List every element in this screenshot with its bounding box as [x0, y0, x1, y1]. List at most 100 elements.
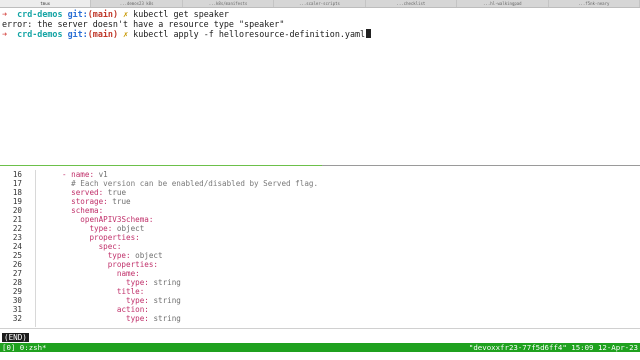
prompt-git-label: git: — [67, 9, 88, 19]
yaml-key: type: — [126, 278, 149, 287]
terminal-tab[interactable]: ...checklist — [366, 0, 458, 7]
code-line: 31 action: — [0, 305, 640, 314]
code-line: 21 openAPIV3Schema: — [0, 215, 640, 224]
text-cursor — [366, 29, 372, 38]
command-text: kubectl get speaker — [133, 9, 229, 19]
line-number: 17 — [12, 179, 22, 188]
code-text: action: — [62, 305, 149, 314]
yaml-value: string — [148, 278, 181, 287]
code-text: schema: — [62, 206, 103, 215]
line-number: 25 — [12, 251, 22, 260]
yaml-key: type: — [126, 296, 149, 305]
tmux-session-info: "devoxxfr23-77f5d6ff4" 15:09 12-Apr-23 — [468, 343, 638, 352]
code-line: 27 name: — [0, 269, 640, 278]
code-line: 20 schema: — [0, 206, 640, 215]
yaml-value: object — [130, 251, 163, 260]
code-text: title: — [62, 287, 144, 296]
prompt-directory: crd-demos — [17, 9, 63, 19]
yaml-key: title: — [116, 287, 145, 296]
prompt-git-label: git: — [67, 29, 88, 39]
line-number: 32 — [12, 314, 22, 323]
line-number: 21 — [12, 215, 22, 224]
code-line: 22 type: object — [0, 224, 640, 233]
code-line: 18 served: true — [0, 188, 640, 197]
terminal-tab-bar: tmux ...demos23 k8s ...k8s/manifests ...sca… — [0, 0, 640, 8]
line-number: 24 — [12, 242, 22, 251]
pane-divider[interactable] — [0, 164, 640, 167]
terminal-tab[interactable]: tmux — [0, 0, 92, 7]
prompt-branch: (main) — [87, 9, 119, 19]
yaml-key: action: — [116, 305, 149, 314]
code-line: 26 properties: — [0, 260, 640, 269]
line-number: 18 — [12, 188, 22, 197]
code-text: - name: v1 — [62, 170, 108, 179]
code-line: 29 title: — [0, 287, 640, 296]
code-text: type: object — [62, 224, 144, 233]
yaml-key: schema: — [71, 206, 104, 215]
yaml-key: openAPIV3Schema: — [80, 215, 154, 224]
yaml-value: v1 — [94, 170, 108, 179]
terminal-tab[interactable]: ...hl-walkingpad — [457, 0, 549, 7]
code-line: 24 spec: — [0, 242, 640, 251]
code-text: type: string — [62, 278, 181, 287]
line-number: 28 — [12, 278, 22, 287]
code-line: 19 storage: true — [0, 197, 640, 206]
yaml-key: type: — [89, 224, 113, 233]
line-number: 26 — [12, 260, 22, 269]
line-number: 23 — [12, 233, 22, 242]
code-line: 28 type: string — [0, 278, 640, 287]
yaml-key: properties: — [89, 233, 140, 242]
prompt-arrow: ➜ — [2, 29, 8, 39]
code-line: 32 type: string — [0, 314, 640, 323]
line-number: 16 — [12, 170, 22, 179]
yaml-comment: # Each version can be enabled/disabled b… — [71, 179, 319, 188]
yaml-key: name: — [116, 269, 140, 278]
line-number: 27 — [12, 269, 22, 278]
code-text: properties: — [62, 233, 140, 242]
yaml-key: type: — [126, 314, 149, 323]
tmux-status-bar: [0] 0:zsh* "devoxxfr23-77f5d6ff4" 15:09 … — [0, 343, 640, 352]
yaml-value: true — [107, 197, 131, 206]
code-text: served: true — [62, 188, 126, 197]
yaml-value: string — [148, 314, 181, 323]
shell-pane[interactable]: ➜ crd-demos git:(main) ✗ kubectl get spe… — [2, 9, 638, 39]
code-line: 17 # Each version can be enabled/disable… — [0, 179, 640, 188]
line-number: 22 — [12, 224, 22, 233]
code-line: 23 properties: — [0, 233, 640, 242]
yaml-key: type: — [107, 251, 131, 260]
line-number: 29 — [12, 287, 22, 296]
command-input[interactable]: kubectl apply -f helloresource-definitio… — [133, 29, 365, 39]
pager-rule — [0, 328, 640, 329]
yaml-value: true — [103, 188, 127, 197]
yaml-key: storage: — [71, 197, 108, 206]
prompt-directory: crd-demos — [17, 29, 63, 39]
line-number: 19 — [12, 197, 22, 206]
pane-divider-active — [0, 165, 322, 166]
code-text: type: string — [62, 314, 181, 323]
code-text: properties: — [62, 260, 158, 269]
code-text: # Each version can be enabled/disabled b… — [62, 179, 318, 188]
code-text: type: object — [62, 251, 163, 260]
code-viewer-pane[interactable]: 16- name: v1 17 # Each version can be ena… — [0, 170, 640, 327]
code-text: name: — [62, 269, 140, 278]
terminal-tab[interactable]: ...f5nk-neary — [549, 0, 640, 7]
terminal-tab[interactable]: ...demos23 k8s — [91, 0, 183, 7]
line-number: 20 — [12, 206, 22, 215]
error-output: error: the server doesn't have a resourc… — [2, 19, 285, 29]
terminal-tab[interactable]: ...k8s/manifests — [183, 0, 275, 7]
terminal-tab[interactable]: ...scaler-scripts — [274, 0, 366, 7]
yaml-key: served: — [71, 188, 104, 197]
code-text: spec: — [62, 242, 122, 251]
shell-line-3[interactable]: ➜ crd-demos git:(main) ✗ kubectl apply -… — [2, 29, 638, 39]
tmux-window-list[interactable]: [0] 0:zsh* — [2, 343, 47, 352]
shell-line-2: error: the server doesn't have a resourc… — [2, 19, 638, 29]
yaml-list-dash: - — [62, 170, 72, 179]
shell-line-1: ➜ crd-demos git:(main) ✗ kubectl get spe… — [2, 9, 638, 19]
code-text: type: string — [62, 296, 181, 305]
line-number: 31 — [12, 305, 22, 314]
code-line: 16 - name: v1 — [0, 170, 640, 179]
pager-end-indicator: (END) — [2, 333, 29, 342]
code-line: 25 type: object — [0, 251, 640, 260]
prompt-branch: (main) — [87, 29, 119, 39]
prompt-dirty-marker: ✗ — [123, 9, 129, 19]
